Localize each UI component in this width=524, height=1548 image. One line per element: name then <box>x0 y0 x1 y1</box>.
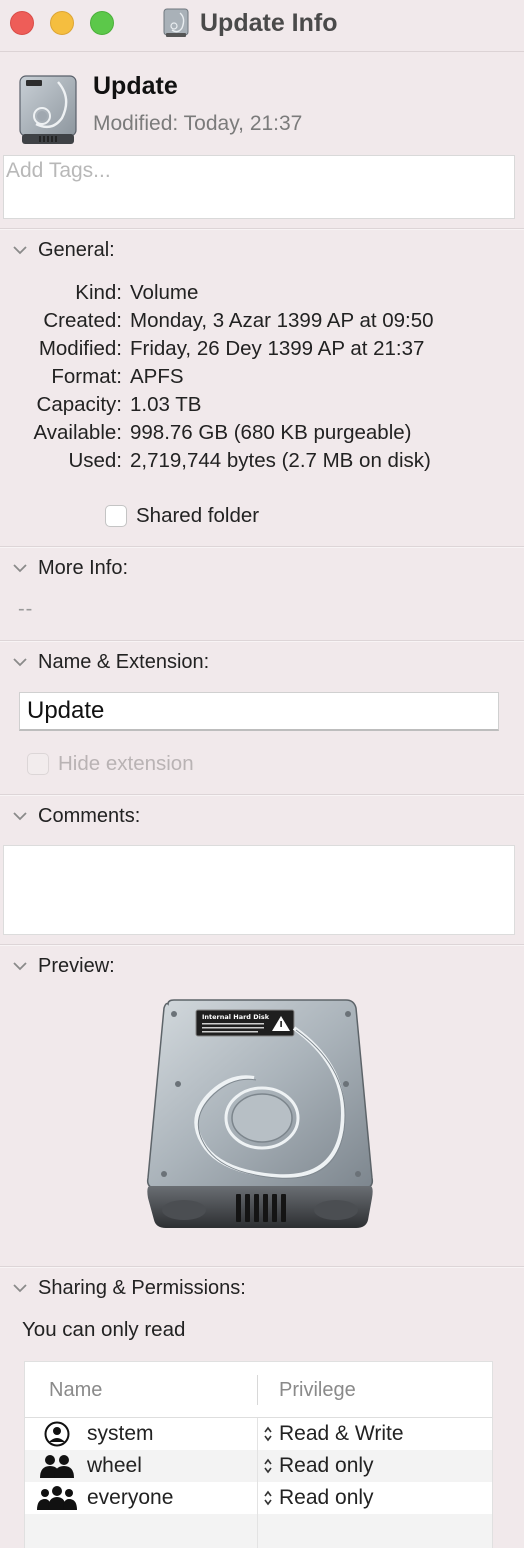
comments-field[interactable] <box>3 845 515 935</box>
sharing-label: Sharing & Permissions: <box>38 1276 246 1299</box>
disk-sticker-title: Internal Hard Disk <box>202 1013 270 1021</box>
info-value: 1.03 TB <box>130 393 202 416</box>
info-key: Used: <box>68 449 122 472</box>
general-label: General: <box>38 238 115 261</box>
title-bar: Update Info <box>0 0 524 52</box>
info-row-kind: Kind: Volume <box>0 279 524 307</box>
chevron-down-icon[interactable] <box>12 808 28 824</box>
volume-icon <box>19 75 77 144</box>
chevron-down-icon[interactable] <box>12 1280 28 1296</box>
close-button[interactable] <box>10 11 34 35</box>
column-divider <box>257 1418 258 1548</box>
section-divider <box>0 794 524 796</box>
permissions-table: Name Privilege system Read & Write wheel… <box>24 1361 493 1548</box>
user-name: wheel <box>87 1454 142 1477</box>
name-extension-disclosure[interactable]: Name & Extension: <box>12 648 209 676</box>
info-key: Modified: <box>38 337 122 360</box>
general-disclosure[interactable]: General: <box>12 236 115 264</box>
info-key: Capacity: <box>36 393 122 416</box>
comments-disclosure[interactable]: Comments: <box>12 802 140 830</box>
table-row-empty <box>25 1514 492 1548</box>
info-row-format: Format: APFS <box>0 363 524 391</box>
hide-extension-label: Hide extension <box>58 752 194 775</box>
preview-disclosure[interactable]: Preview: <box>12 952 115 980</box>
info-key: Created: <box>43 309 122 332</box>
zoom-button[interactable] <box>90 11 114 35</box>
more-info-label: More Info: <box>38 556 129 579</box>
info-key: Format: <box>51 365 122 388</box>
hard-disk-preview-icon: Internal Hard Disk <box>146 999 374 1228</box>
user-name: system <box>87 1422 154 1445</box>
window-title-group: Update Info <box>162 8 338 38</box>
info-value: Volume <box>130 281 199 304</box>
info-key: Kind: <box>75 281 122 304</box>
column-header-privilege[interactable]: Privilege <box>279 1379 356 1402</box>
info-row-created: Created: Monday, 3 Azar 1399 AP at 09:50 <box>0 307 524 335</box>
everyone-icon <box>37 1486 77 1510</box>
general-info: Kind: Volume Created: Monday, 3 Azar 1399 … <box>0 279 524 475</box>
chevron-down-icon[interactable] <box>12 958 28 974</box>
group-icon <box>40 1455 74 1478</box>
shared-folder-checkbox[interactable] <box>105 505 127 527</box>
name-field[interactable] <box>19 692 499 731</box>
updown-chevron-icon[interactable] <box>263 1425 273 1443</box>
info-value: Friday, 26 Dey 1399 AP at 21:37 <box>130 337 425 360</box>
privilege-value[interactable]: Read only <box>279 1454 374 1478</box>
preview-label: Preview: <box>38 954 115 977</box>
tags-field[interactable] <box>3 155 515 219</box>
section-divider <box>0 546 524 548</box>
privilege-value[interactable]: Read only <box>279 1486 374 1510</box>
comments-label: Comments: <box>38 804 141 827</box>
table-row[interactable]: everyone Read only <box>25 1482 492 1514</box>
column-separator <box>257 1375 258 1405</box>
name-input[interactable] <box>20 693 498 729</box>
hard-disk-icon <box>163 8 189 37</box>
table-header: Name Privilege <box>25 1362 492 1418</box>
updown-chevron-icon[interactable] <box>263 1489 273 1507</box>
info-row-capacity: Capacity: 1.03 TB <box>0 391 524 419</box>
column-header-name[interactable]: Name <box>49 1379 102 1402</box>
updown-chevron-icon[interactable] <box>263 1457 273 1475</box>
chevron-down-icon[interactable] <box>12 242 28 258</box>
hide-extension-checkbox[interactable] <box>27 753 49 775</box>
window-title: Update Info <box>200 8 338 37</box>
section-divider <box>0 228 524 230</box>
permission-note: You can only read <box>22 1318 186 1341</box>
section-divider <box>0 1266 524 1268</box>
info-row-modified: Modified: Friday, 26 Dey 1399 AP at 21:37 <box>0 335 524 363</box>
info-value: APFS <box>130 365 184 388</box>
item-header: Update Modified: Today, 21:37 <box>0 64 524 148</box>
info-value: 998.76 GB (680 KB purgeable) <box>130 421 412 444</box>
tags-input[interactable] <box>4 156 514 186</box>
shared-folder-label: Shared folder <box>136 504 260 527</box>
name-extension-label: Name & Extension: <box>38 650 210 673</box>
user-name: everyone <box>87 1486 174 1509</box>
comments-input[interactable] <box>4 846 514 934</box>
info-key: Available: <box>33 421 122 444</box>
info-row-available: Available: 998.76 GB (680 KB purgeable) <box>0 419 524 447</box>
item-name: Update <box>93 72 178 100</box>
chevron-down-icon[interactable] <box>12 560 28 576</box>
section-divider <box>0 640 524 642</box>
privilege-value[interactable]: Read & Write <box>279 1422 404 1446</box>
chevron-down-icon[interactable] <box>12 654 28 670</box>
more-info-disclosure[interactable]: More Info: <box>12 554 128 582</box>
info-row-used: Used: 2,719,744 bytes (2.7 MB on disk) <box>0 447 524 475</box>
single-user-icon <box>44 1421 70 1447</box>
table-row[interactable]: system Read & Write <box>25 1418 492 1450</box>
info-value: 2,719,744 bytes (2.7 MB on disk) <box>130 449 431 472</box>
item-modified: Modified: Today, 21:37 <box>93 112 303 135</box>
info-value: Monday, 3 Azar 1399 AP at 09:50 <box>130 309 434 332</box>
table-row[interactable]: wheel Read only <box>25 1450 492 1482</box>
section-divider <box>0 944 524 946</box>
minimize-button[interactable] <box>50 11 74 35</box>
sharing-disclosure[interactable]: Sharing & Permissions: <box>12 1274 246 1302</box>
more-info-value: -- <box>18 598 34 620</box>
